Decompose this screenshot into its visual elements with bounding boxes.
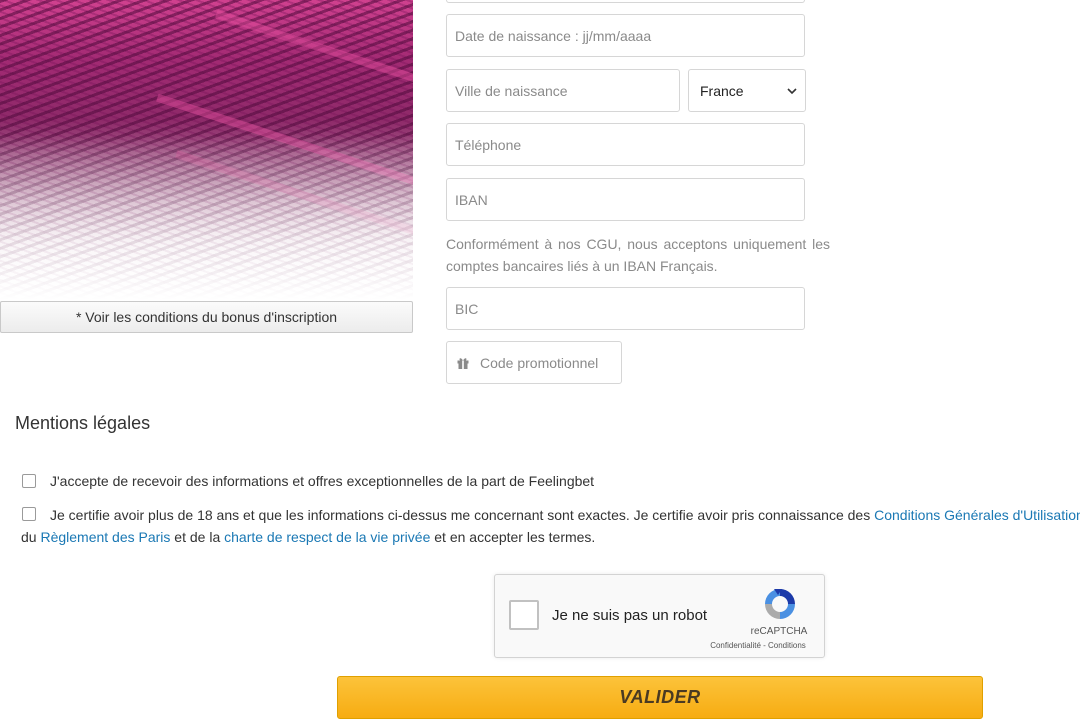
recaptcha-separator: - xyxy=(760,641,768,650)
birth-city-placeholder: Ville de naissance xyxy=(455,82,568,99)
certify-label-line1: Je certifie avoir plus de 18 ans et que … xyxy=(50,507,1080,523)
previous-field-edge xyxy=(446,0,805,3)
bonus-conditions-button[interactable]: * Voir les conditions du bonus d'inscrip… xyxy=(0,301,413,333)
recaptcha-label: Je ne suis pas un robot xyxy=(552,607,708,624)
recaptcha-checkbox[interactable] xyxy=(509,600,539,630)
hero-stripe xyxy=(175,150,413,238)
rules-link[interactable]: Règlement des Paris xyxy=(40,529,170,545)
certify-text-end: et en accepter les termes. xyxy=(430,529,596,545)
chevron-down-icon xyxy=(787,87,797,94)
promo-code-input[interactable]: Code promotionnel xyxy=(446,341,622,384)
phone-input[interactable]: Téléphone xyxy=(446,123,805,166)
validate-button-label: VALIDER xyxy=(619,687,701,707)
iban-placeholder: IBAN xyxy=(455,191,488,208)
certify-text-du: du xyxy=(21,529,41,545)
gift-icon xyxy=(457,357,469,369)
certify-label-line2: du Règlement des Paris et de la charte d… xyxy=(21,529,595,545)
certify-text-middle: et de la xyxy=(170,529,225,545)
recaptcha-widget: Je ne suis pas un robot reCAPTCHA Confid… xyxy=(494,574,825,658)
offers-consent-checkbox[interactable] xyxy=(22,474,36,488)
cgu-link[interactable]: Conditions Générales d'Utilisation * xyxy=(874,507,1080,523)
recaptcha-brand: reCAPTCHA xyxy=(750,626,808,637)
recaptcha-privacy-link[interactable]: Confidentialité xyxy=(710,641,761,650)
recaptcha-logo-icon xyxy=(765,589,795,619)
birth-date-placeholder: Date de naissance : jj/mm/aaaa xyxy=(455,27,652,44)
iban-note: Conformément à nos CGU, nous acceptons u… xyxy=(446,236,830,274)
certify-checkbox[interactable] xyxy=(22,507,36,521)
stadium-crowd-image xyxy=(0,0,413,300)
validate-button[interactable]: VALIDER xyxy=(337,676,983,719)
hero-stripe xyxy=(215,10,413,98)
birth-date-input[interactable]: Date de naissance : jj/mm/aaaa xyxy=(446,14,805,57)
country-select[interactable]: France xyxy=(688,69,806,112)
bic-input[interactable]: BIC xyxy=(446,287,805,330)
certify-text: Je certifie avoir plus de 18 ans et que … xyxy=(50,507,875,523)
promo-code-placeholder: Code promotionnel xyxy=(480,354,599,371)
bonus-conditions-label: * Voir les conditions du bonus d'inscrip… xyxy=(75,309,338,325)
birth-city-input[interactable]: Ville de naissance xyxy=(446,69,680,112)
iban-input[interactable]: IBAN xyxy=(446,178,805,221)
recaptcha-terms-link[interactable]: Conditions xyxy=(768,641,806,650)
offers-consent-label: J'accepte de recevoir des informations e… xyxy=(50,473,595,489)
phone-placeholder: Téléphone xyxy=(455,136,522,153)
recaptcha-links: Confidentialité - Conditions xyxy=(695,641,821,650)
legal-section-title: Mentions légales xyxy=(15,413,151,433)
hero-stripe xyxy=(156,93,413,195)
bic-placeholder: BIC xyxy=(455,300,479,317)
registration-page: * Voir les conditions du bonus d'inscrip… xyxy=(0,0,1080,727)
country-selected-value: France xyxy=(700,82,744,99)
privacy-charter-link[interactable]: charte de respect de la vie privée xyxy=(224,529,430,545)
